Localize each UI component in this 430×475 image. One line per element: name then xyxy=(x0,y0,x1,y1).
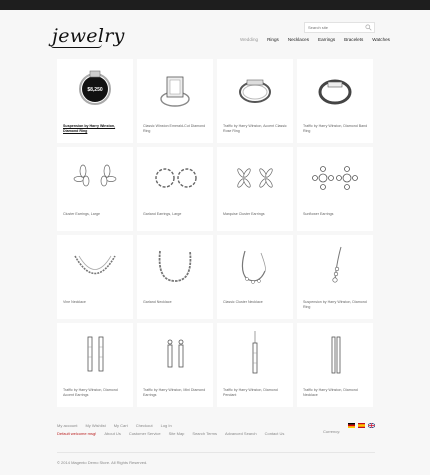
product-card[interactable]: Classic Cluster Necklace xyxy=(217,235,293,319)
footer-link-advanced-search[interactable]: Advanced Search xyxy=(225,431,257,436)
product-image-necklace[interactable] xyxy=(217,235,293,297)
product-card[interactable]: Traffic by Harry Winston, Diamond Neckla… xyxy=(297,323,373,407)
product-image-necklace[interactable] xyxy=(297,235,373,297)
flag-uk-icon[interactable] xyxy=(368,423,375,428)
product-image-pendant[interactable] xyxy=(217,323,293,385)
nav-item-wedding[interactable]: Wedding xyxy=(240,37,258,42)
product-image-earrings[interactable] xyxy=(137,147,213,209)
product-card[interactable]: Traffic by Harry Winston, Diamond Band R… xyxy=(297,59,373,143)
footer-link-site-map[interactable]: Site Map xyxy=(169,431,185,436)
product-title[interactable]: Traffic by Harry Winston, Diamond Accent… xyxy=(63,388,129,397)
product-image-ring[interactable] xyxy=(137,59,213,121)
nav-item-rings[interactable]: Rings xyxy=(267,37,279,42)
search-input[interactable] xyxy=(305,25,365,30)
product-image-earrings[interactable] xyxy=(57,323,133,385)
product-image-necklace[interactable] xyxy=(297,323,373,385)
product-title[interactable]: Traffic by Harry Winston, Diamond Pendan… xyxy=(223,388,289,397)
welcome-message: Default welcome msg! xyxy=(57,431,97,436)
product-image-earrings[interactable] xyxy=(57,147,133,209)
price-badge: $8,250 xyxy=(87,87,103,93)
footer-divider xyxy=(57,452,375,453)
footer-link-search-terms[interactable]: Search Terms xyxy=(192,431,217,436)
nav-item-watches[interactable]: Watches xyxy=(372,37,390,42)
footer-link-my-cart[interactable]: My Cart xyxy=(114,423,128,428)
product-card[interactable]: Sunflower Earrings xyxy=(297,147,373,231)
product-card[interactable]: Traffic by Harry Winston, Diamond Pendan… xyxy=(217,323,293,407)
footer-links-info: Default welcome msg! About Us Customer S… xyxy=(57,431,284,436)
product-image-ring[interactable] xyxy=(217,59,293,121)
product-image-earrings[interactable] xyxy=(217,147,293,209)
footer-link-checkout[interactable]: Checkout xyxy=(136,423,153,428)
product-title[interactable]: Traffic by Harry Winston, Mini Diamond E… xyxy=(143,388,209,397)
product-card[interactable]: $8,250 Suspension by Harry Winston, Diam… xyxy=(57,59,133,143)
product-card[interactable]: Vine Necklace xyxy=(57,235,133,319)
product-title[interactable]: Vine Necklace xyxy=(63,300,129,305)
copyright-text: © 2014 Magento Demo Store. All Rights Re… xyxy=(57,460,148,465)
product-card[interactable]: Garland Necklace xyxy=(137,235,213,319)
product-title[interactable]: Cluster Earrings, Large xyxy=(63,212,129,217)
nav-item-earrings[interactable]: Earrings xyxy=(318,37,335,42)
product-card[interactable]: Classic Winston Emerald-Cut Diamond Ring xyxy=(137,59,213,143)
product-title[interactable]: Marquise Cluster Earrings xyxy=(223,212,289,217)
product-image-earrings[interactable] xyxy=(137,323,213,385)
logo-underline xyxy=(50,44,102,48)
footer-link-my-wishlist[interactable]: My Wishlist xyxy=(85,423,105,428)
product-title[interactable]: Classic Cluster Necklace xyxy=(223,300,289,305)
currency-label: Currency: xyxy=(323,429,341,434)
product-image-earrings[interactable] xyxy=(297,147,373,209)
product-title[interactable]: Garland Earrings, Large xyxy=(143,212,209,217)
product-card[interactable]: Marquise Cluster Earrings xyxy=(217,147,293,231)
footer-links-account: My account My Wishlist My Cart Checkout … xyxy=(57,423,172,428)
product-image-necklace[interactable] xyxy=(57,235,133,297)
product-card[interactable]: Suspension by Harry Winston, Diamond Rin… xyxy=(297,235,373,319)
product-title[interactable]: Traffic by Harry Winston, Diamond Neckla… xyxy=(303,388,369,397)
main-nav: Wedding Rings Necklaces Earrings Bracele… xyxy=(240,37,390,42)
flag-de-icon[interactable] xyxy=(348,423,355,428)
flag-es-icon[interactable] xyxy=(358,423,365,428)
product-card[interactable]: Traffic by Harry Winston, Accent Classic… xyxy=(217,59,293,143)
product-title[interactable]: Suspension by Harry Winston, Diamond Rin… xyxy=(303,300,369,309)
footer-link-customer-service[interactable]: Customer Service xyxy=(129,431,161,436)
search-box[interactable] xyxy=(304,22,375,33)
product-image-ring[interactable]: $8,250 xyxy=(57,59,133,121)
product-title[interactable]: Suspension by Harry Winston, Diamond Rin… xyxy=(63,124,129,133)
product-title[interactable]: Classic Winston Emerald-Cut Diamond Ring xyxy=(143,124,209,133)
product-card[interactable]: Cluster Earrings, Large xyxy=(57,147,133,231)
top-bar xyxy=(0,0,430,10)
footer-link-log-in[interactable]: Log In xyxy=(161,423,172,428)
nav-item-bracelets[interactable]: Bracelets xyxy=(344,37,363,42)
product-card[interactable]: Traffic by Harry Winston, Diamond Accent… xyxy=(57,323,133,407)
product-card[interactable]: Garland Earrings, Large xyxy=(137,147,213,231)
product-title[interactable]: Sunflower Earrings xyxy=(303,212,369,217)
product-title[interactable]: Garland Necklace xyxy=(143,300,209,305)
product-title[interactable]: Traffic by Harry Winston, Accent Classic… xyxy=(223,124,289,133)
footer-link-contact-us[interactable]: Contact Us xyxy=(265,431,285,436)
product-title[interactable]: Traffic by Harry Winston, Diamond Band R… xyxy=(303,124,369,133)
search-icon[interactable] xyxy=(365,24,372,31)
product-image-ring[interactable] xyxy=(297,59,373,121)
product-card[interactable]: Traffic by Harry Winston, Mini Diamond E… xyxy=(137,323,213,407)
footer-link-my-account[interactable]: My account xyxy=(57,423,77,428)
product-image-necklace[interactable] xyxy=(137,235,213,297)
footer-link-about-us[interactable]: About Us xyxy=(104,431,120,436)
nav-item-necklaces[interactable]: Necklaces xyxy=(288,37,309,42)
language-switcher xyxy=(348,423,375,428)
